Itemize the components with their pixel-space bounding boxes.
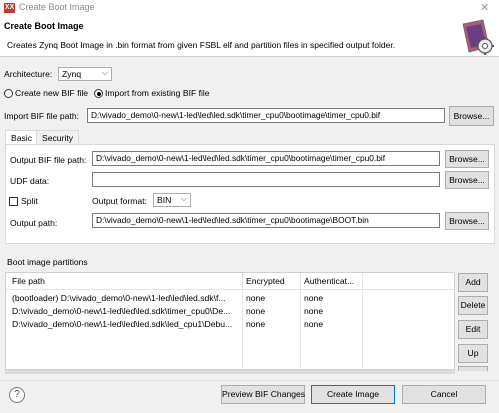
- output-path-input[interactable]: D:\vivado_demo\0-new\1-led\led\led.sdk\t…: [92, 213, 440, 228]
- chevron-down-icon: ⌵: [101, 68, 108, 77]
- table-row[interactable]: D:\vivado_demo\0-new\1-led\led\led.sdk\t…: [6, 305, 454, 318]
- import-bif-radio[interactable]: [94, 89, 103, 98]
- footer-divider: [0, 380, 499, 381]
- udf-browse-button[interactable]: Browse...: [445, 171, 489, 189]
- table-row[interactable]: (bootloader) D:\vivado_demo\0-new\1-led\…: [6, 292, 454, 305]
- row-encrypted: none: [246, 293, 266, 303]
- column-header-encrypted: Encrypted: [246, 276, 285, 286]
- help-icon[interactable]: ?: [9, 387, 25, 403]
- architecture-value: Zynq: [62, 69, 82, 79]
- create-new-bif-radio[interactable]: [4, 89, 13, 98]
- move-down-button-partial[interactable]: [458, 366, 488, 371]
- import-bif-label: Import from existing BIF file: [105, 88, 210, 98]
- import-bif-path-label: Import BIF file path:: [4, 111, 79, 121]
- row-authentication: none: [304, 293, 324, 303]
- row-file-path: (bootloader) D:\vivado_demo\0-new\1-led\…: [12, 293, 226, 303]
- cancel-button[interactable]: Cancel: [402, 385, 486, 404]
- chevron-down-icon: ⌵: [180, 194, 187, 203]
- output-format-value: BIN: [157, 195, 172, 205]
- output-format-label: Output format:: [92, 196, 147, 206]
- window-title: Create Boot Image: [19, 2, 95, 12]
- preview-bif-changes-button[interactable]: Preview BIF Changes: [221, 385, 305, 404]
- create-image-button[interactable]: Create Image: [311, 385, 395, 404]
- architecture-select[interactable]: Zynq ⌵: [58, 67, 112, 81]
- udf-data-label: UDF data:: [10, 176, 50, 186]
- add-partition-button[interactable]: Add: [458, 273, 488, 292]
- edit-partition-button[interactable]: Edit: [458, 320, 488, 339]
- import-bif-browse-button[interactable]: Browse...: [449, 106, 494, 126]
- tab-security[interactable]: Security: [36, 130, 80, 145]
- column-header-authentication: Authenticat...: [304, 276, 355, 286]
- output-path-label: Output path:: [10, 218, 58, 228]
- column-header-file-path: File path: [12, 276, 45, 286]
- dialog-description: Creates Zynq Boot Image in .bin format f…: [7, 40, 396, 50]
- row-authentication: none: [304, 306, 324, 316]
- output-format-select[interactable]: BIN ⌵: [153, 193, 191, 207]
- close-icon[interactable]: ✕: [480, 1, 489, 14]
- row-file-path: D:\vivado_demo\0-new\1-led\led\led.sdk\l…: [12, 319, 233, 329]
- output-bif-browse-button[interactable]: Browse...: [445, 150, 489, 168]
- row-authentication: none: [304, 319, 324, 329]
- table-row[interactable]: D:\vivado_demo\0-new\1-led\led\led.sdk\l…: [6, 318, 454, 331]
- udf-data-input[interactable]: [92, 172, 440, 187]
- delete-partition-button[interactable]: Delete: [458, 296, 488, 315]
- boot-image-gear-icon: [462, 19, 494, 55]
- dialog-title: Create Boot Image: [4, 21, 84, 31]
- row-encrypted: none: [246, 319, 266, 329]
- row-encrypted: none: [246, 306, 266, 316]
- row-file-path: D:\vivado_demo\0-new\1-led\led\led.sdk\t…: [12, 306, 231, 316]
- partitions-table[interactable]: File path Encrypted Authenticat... (boot…: [5, 272, 455, 370]
- table-header: File path Encrypted Authenticat...: [6, 273, 454, 290]
- architecture-label: Architecture:: [4, 69, 53, 79]
- app-icon: XX: [4, 3, 15, 13]
- move-up-button[interactable]: Up: [458, 344, 488, 363]
- horizontal-scrollbar[interactable]: [5, 370, 455, 374]
- boot-partitions-label: Boot image partitions: [7, 257, 88, 267]
- create-new-bif-label: Create new BIF file: [15, 88, 89, 98]
- import-bif-path-input[interactable]: D:\vivado_demo\0-new\1-led\led\led.sdk\t…: [87, 108, 445, 123]
- output-path-browse-button[interactable]: Browse...: [445, 212, 489, 230]
- output-bif-path-input[interactable]: D:\vivado_demo\0-new\1-led\led\led.sdk\t…: [92, 151, 440, 166]
- split-label: Split: [21, 196, 38, 206]
- split-checkbox[interactable]: [9, 197, 18, 206]
- output-bif-path-label: Output BIF file path:: [10, 155, 87, 165]
